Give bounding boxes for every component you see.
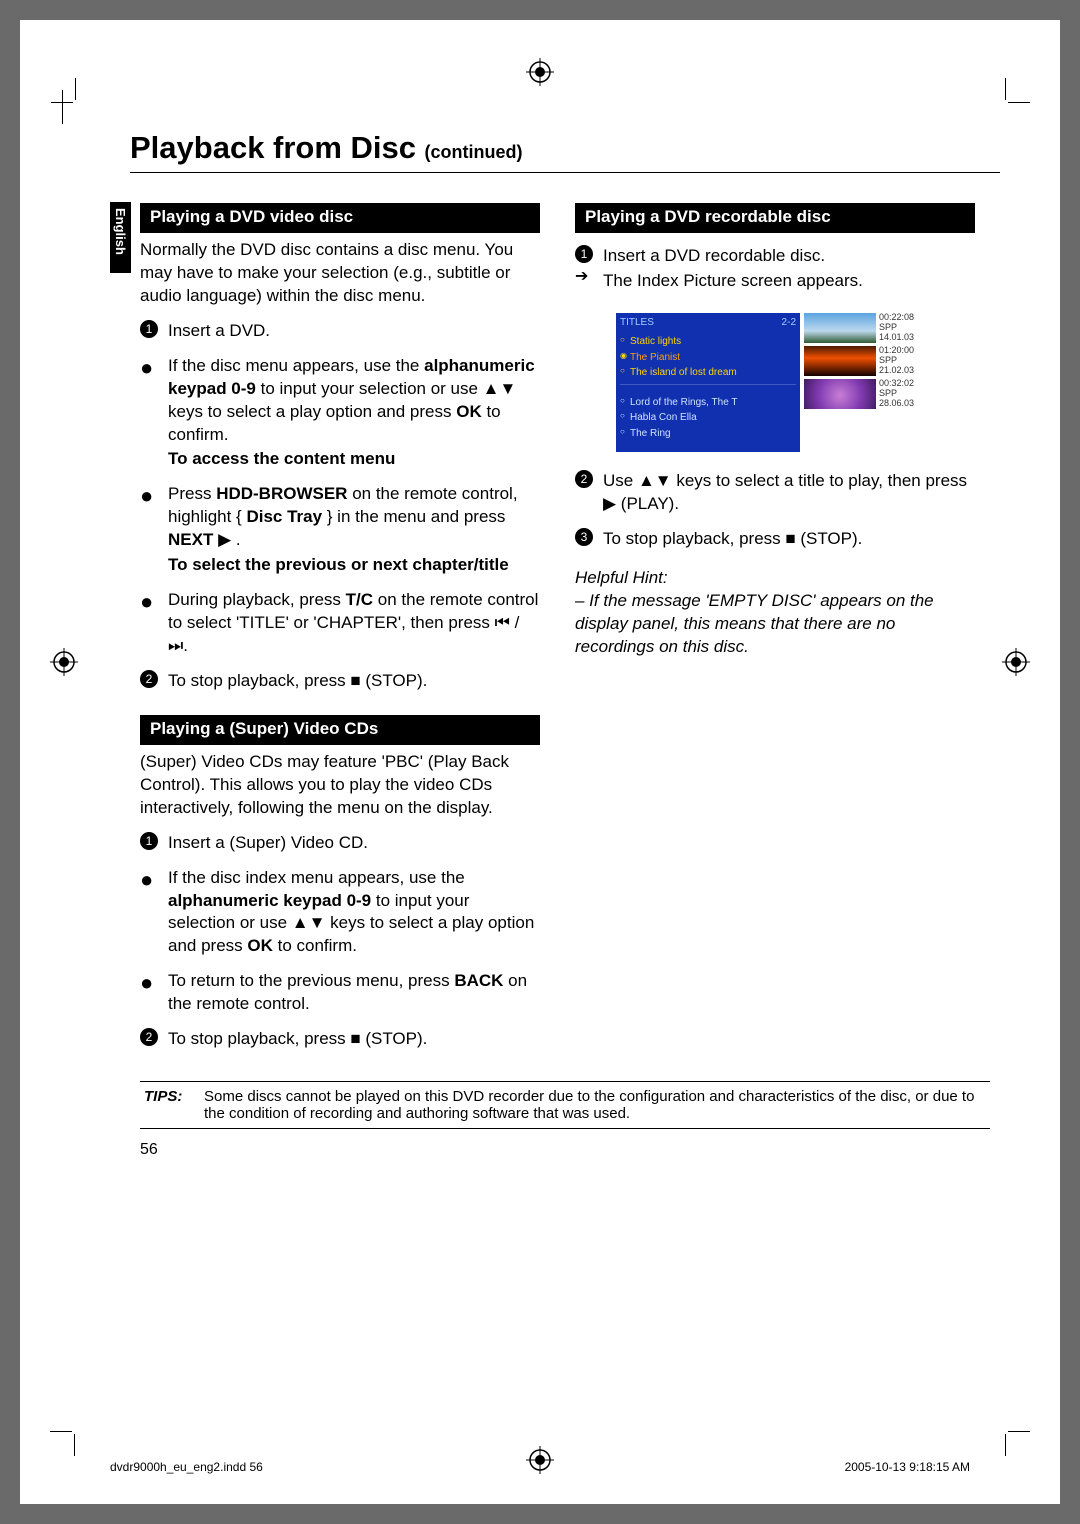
svcd-step1: Insert a (Super) Video CD.	[168, 832, 540, 855]
svg-text:1: 1	[581, 247, 588, 261]
title-divider	[130, 172, 1000, 173]
step-1-icon: 1	[140, 320, 160, 343]
dvd-rec-result: The Index Picture screen appears.	[603, 270, 975, 293]
tips-footer: TIPS: Some discs cannot be played on thi…	[140, 1081, 990, 1129]
crop-mark-icon	[62, 90, 96, 124]
step-2-icon: 2	[140, 670, 160, 693]
section-header-svcd: Playing a (Super) Video CDs	[140, 715, 540, 745]
footer-filename: dvdr9000h_eu_eng2.indd 56	[110, 1460, 263, 1474]
svg-text:2: 2	[581, 472, 588, 486]
step-2-icon: 2	[575, 470, 595, 516]
ip-item: Habla Con Ella	[620, 411, 796, 425]
select-chapter-heading: To select the previous or next chapter/t…	[168, 554, 540, 577]
ip-item: The Ring	[620, 427, 796, 441]
dvd-video-bullet2: Press HDD-BROWSER on the remote control,…	[168, 483, 540, 552]
thumb-meta: 00:32:02 SPP 28.06.03	[879, 379, 914, 409]
dvd-video-step2: To stop playback, press ■ (STOP).	[168, 670, 540, 693]
page-content: Playback from Disc (continued) English P…	[80, 130, 1000, 1159]
ip-item-selected: The Pianist	[620, 351, 796, 365]
thumbnail-icon	[804, 313, 876, 343]
ip-item: Static lights	[620, 335, 796, 349]
thumb-meta: 00:22:08 SPP 14.01.03	[879, 313, 914, 343]
dvd-video-intro: Normally the DVD disc contains a disc me…	[140, 239, 540, 308]
svg-text:1: 1	[146, 322, 153, 336]
section-header-dvd-recordable: Playing a DVD recordable disc	[575, 203, 975, 233]
svcd-intro: (Super) Video CDs may feature 'PBC' (Pla…	[140, 751, 540, 820]
svcd-bullet2: To return to the previous menu, press BA…	[168, 970, 540, 1016]
crop-mark-icon	[984, 90, 1018, 124]
thumbnail-icon	[804, 379, 876, 409]
svcd-bullet1: If the disc index menu appears, use the …	[168, 867, 540, 959]
step-1-icon: 1	[575, 245, 595, 268]
bullet-icon: ●	[140, 970, 160, 1016]
svg-text:2: 2	[146, 1030, 153, 1044]
right-column: Playing a DVD recordable disc 1 Insert a…	[575, 193, 975, 1051]
dvd-rec-step1: Insert a DVD recordable disc.	[603, 245, 975, 268]
step-1-icon: 1	[140, 832, 160, 855]
language-tab: English	[110, 202, 131, 273]
ip-page-indicator: 2-2	[782, 316, 796, 330]
registration-mark-icon	[1002, 648, 1030, 676]
dvd-video-bullet3: During playback, press T/C on the remote…	[168, 589, 540, 658]
hint-title: Helpful Hint:	[575, 567, 975, 590]
tips-text: Some discs cannot be played on this DVD …	[204, 1088, 986, 1122]
hint-body: – If the message 'EMPTY DISC' appears on…	[575, 590, 975, 659]
bullet-icon: ●	[140, 589, 160, 658]
svg-text:2: 2	[146, 672, 153, 686]
crop-mark-icon	[984, 1410, 1018, 1444]
manual-page: Playback from Disc (continued) English P…	[20, 20, 1060, 1504]
page-title: Playback from Disc	[130, 130, 416, 165]
registration-mark-icon	[50, 648, 78, 676]
bullet-icon: ●	[140, 867, 160, 959]
step-2-icon: 2	[140, 1028, 160, 1051]
thumbnail-icon	[804, 346, 876, 376]
dvd-video-step1: Insert a DVD.	[168, 320, 540, 343]
helpful-hint: Helpful Hint: – If the message 'EMPTY DI…	[575, 567, 975, 659]
svg-text:1: 1	[146, 834, 153, 848]
tips-label: TIPS:	[144, 1088, 194, 1122]
crop-mark-icon	[62, 1410, 96, 1444]
index-picture-screenshot: TITLES 2-2 Static lights The Pianist The…	[610, 307, 940, 459]
page-number: 56	[140, 1141, 1000, 1159]
dvd-video-bullet1: If the disc menu appears, use the alphan…	[168, 355, 540, 447]
left-column: Playing a DVD video disc Normally the DV…	[140, 193, 540, 1051]
bullet-icon: ●	[140, 483, 160, 552]
svcd-step2: To stop playback, press ■ (STOP).	[168, 1028, 540, 1051]
section-header-dvd-video: Playing a DVD video disc	[140, 203, 540, 233]
ip-item: Lord of the Rings, The T	[620, 396, 796, 410]
dvd-rec-step3: To stop playback, press ■ (STOP).	[603, 528, 975, 551]
svg-text:3: 3	[581, 530, 588, 544]
step-3-icon: 3	[575, 528, 595, 551]
page-title-continued: (continued)	[424, 142, 522, 162]
ip-item: The island of lost dream	[620, 366, 796, 380]
dvd-rec-step2: Use ▲▼ keys to select a title to play, t…	[603, 470, 975, 516]
print-footer: dvdr9000h_eu_eng2.indd 56 2005-10-13 9:1…	[110, 1460, 970, 1474]
bullet-icon: ●	[140, 355, 160, 447]
thumb-meta: 01:20:00 SPP 21.02.03	[879, 346, 914, 376]
footer-timestamp: 2005-10-13 9:18:15 AM	[845, 1460, 970, 1474]
arrow-right-icon: ➔	[575, 270, 595, 293]
registration-mark-icon	[526, 58, 554, 86]
ip-titles-label: TITLES	[620, 316, 654, 330]
access-content-menu-heading: To access the content menu	[168, 448, 540, 471]
